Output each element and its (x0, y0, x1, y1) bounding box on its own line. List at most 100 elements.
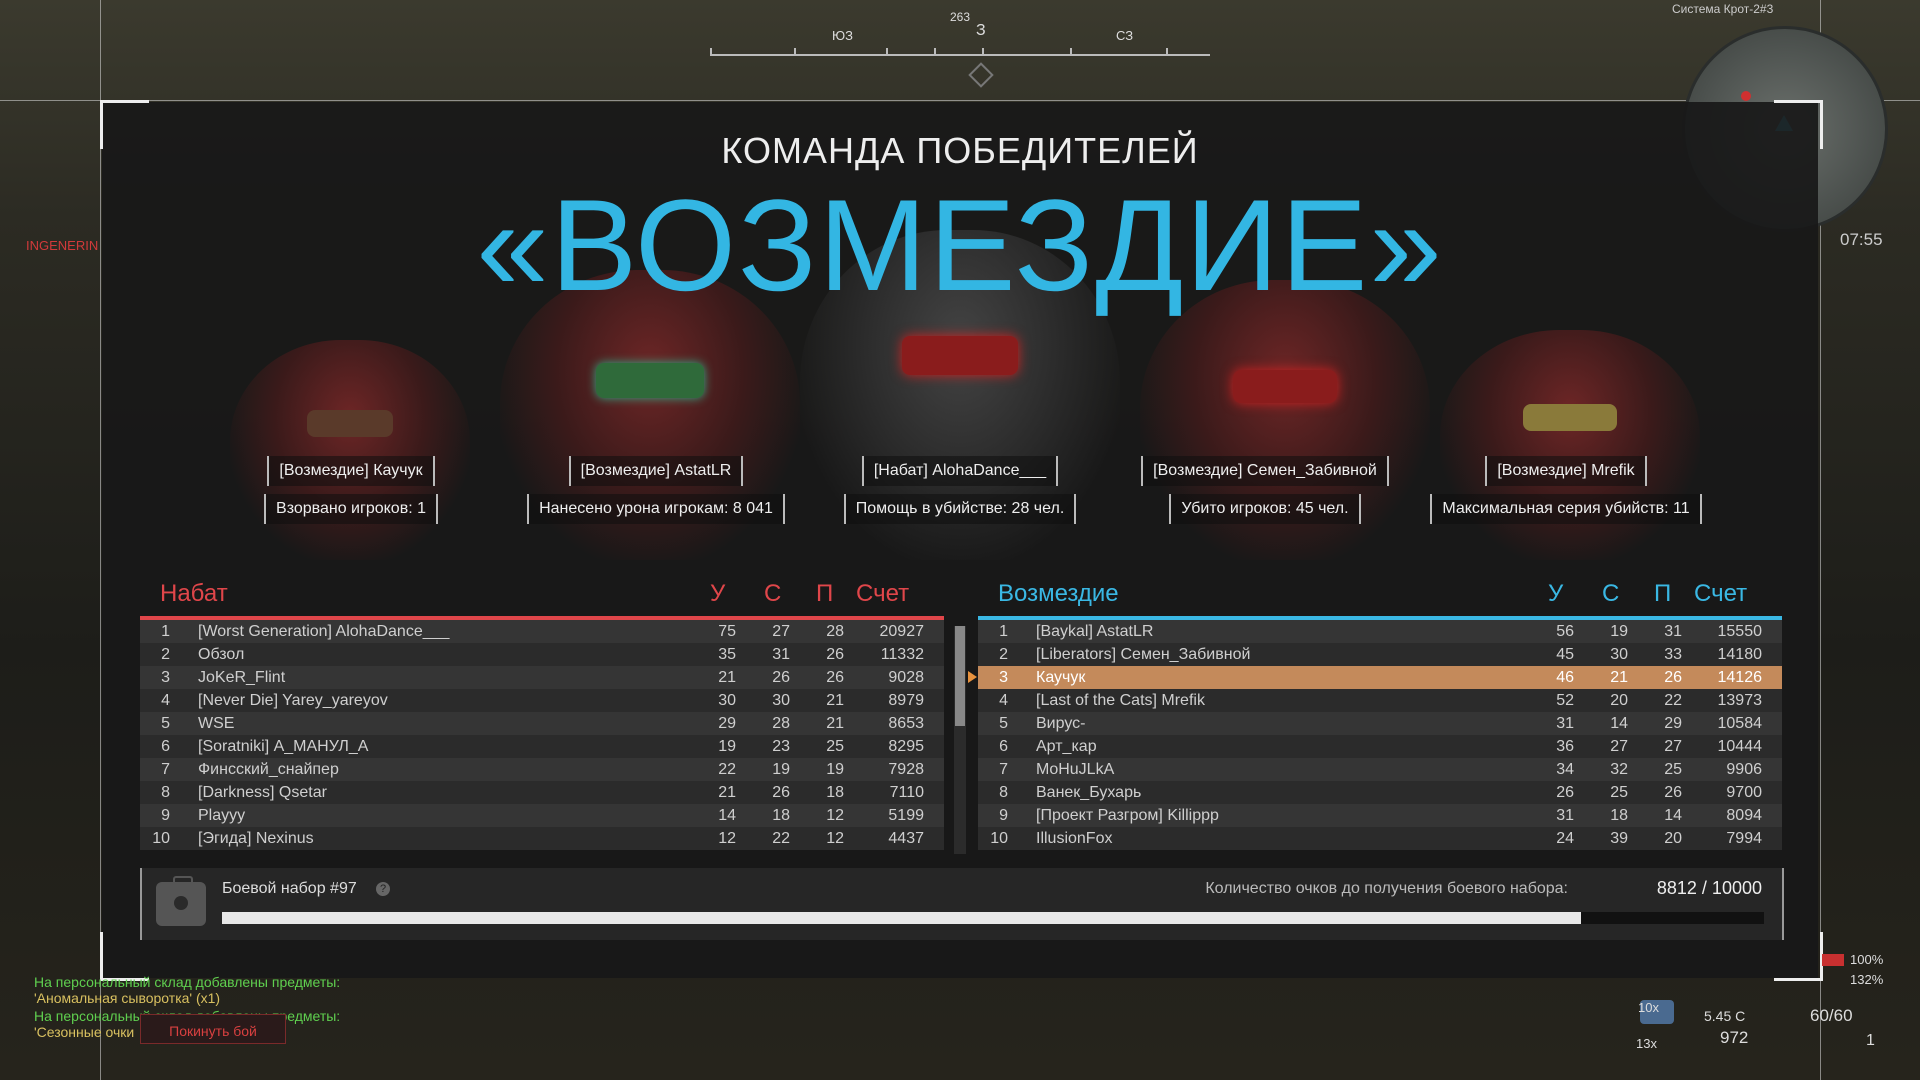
highlight-card: [Возмездие] Каучук Взорвано игроков: 1 (236, 456, 466, 524)
player-row[interactable]: 7 Финсский_снайпер 22 19 19 7928 (140, 758, 944, 781)
highlight-player-name: [Возмездие] Каучук (267, 456, 435, 486)
team-table-vozmezdie: Возмездие У С П Счет 1 [Baykal] AstatLR 56… (968, 572, 1782, 850)
player-kills: 21 (718, 669, 736, 686)
player-row[interactable]: 9 [Проект Разгром] Killippp 31 18 14 8094 (978, 804, 1782, 827)
player-kills: 35 (718, 646, 736, 663)
player-kills: 36 (1556, 738, 1574, 755)
column-header-kills[interactable]: У (1548, 580, 1563, 608)
health-percent: 100% (1850, 952, 1884, 967)
player-row-self[interactable]: 3 Каучук 46 21 26 14126 (968, 666, 1782, 689)
chat-line: На персональный склад добавлены предметы… (34, 974, 341, 990)
player-row[interactable]: 4 [Last of the Cats] Mrefik 52 20 22 13973 (978, 689, 1782, 712)
player-score: 20927 (879, 623, 925, 640)
player-name: [Liberators] Семен_Забивной (1036, 646, 1251, 663)
highlight-player-name: [Возмездие] Семен_Забивной (1141, 456, 1389, 486)
player-kills: 14 (718, 807, 736, 824)
player-score: 7994 (1726, 830, 1762, 847)
scoreboard-scrollbar[interactable] (954, 626, 966, 854)
player-row[interactable]: 5 WSE 29 28 21 8653 (140, 712, 944, 735)
help-icon[interactable]: ? (376, 882, 390, 896)
player-assists: 31 (1664, 623, 1682, 640)
player-kills: 19 (718, 738, 736, 755)
player-assists: 25 (826, 738, 844, 755)
player-name: [Worst Generation] AlohaDance___ (198, 623, 450, 640)
player-row[interactable]: 3 JoKeR_Flint 21 26 26 9028 (140, 666, 944, 689)
player-row[interactable]: 6 Арт_кар 36 27 27 10444 (978, 735, 1782, 758)
player-row[interactable]: 7 MoHuJLkA 34 32 25 9906 (978, 758, 1782, 781)
player-score: 7110 (889, 784, 924, 801)
column-header-score[interactable]: Счет (856, 580, 909, 608)
player-score: 5199 (888, 807, 924, 824)
player-score: 7928 (888, 761, 924, 778)
compass-tick (886, 48, 888, 56)
highlight-card: [Набат] AlohaDance___ Помощь в убийстве:… (820, 456, 1100, 524)
soldier-portrait (230, 340, 470, 560)
player-row[interactable]: 8 Ванек_Бухарь 26 25 26 9700 (978, 781, 1782, 804)
column-header-assists[interactable]: П (1654, 580, 1671, 608)
health-bar (1822, 954, 1844, 966)
compass-ruler (710, 54, 1210, 56)
player-row[interactable]: 2 [Liberators] Семен_Забивной 45 30 33 14180 (978, 643, 1782, 666)
player-row[interactable]: 10 IllusionFox 24 39 20 7994 (978, 827, 1782, 850)
player-name: Арт_кар (1036, 738, 1097, 755)
victory-subtitle: КОМАНДА ПОБЕДИТЕЛЕЙ (721, 130, 1199, 171)
player-name: Playyy (198, 807, 246, 824)
player-name: Финсский_снайпер (198, 761, 339, 778)
compass-tick (934, 48, 936, 56)
player-assists: 26 (1664, 784, 1682, 801)
player-row[interactable]: 1 [Baykal] AstatLR 56 19 31 15550 (978, 620, 1782, 643)
column-header-score[interactable]: Счет (1694, 580, 1747, 608)
player-rank: 4 (999, 692, 1008, 709)
player-row[interactable]: 10 [Эгида] Nexinus 12 22 12 4437 (140, 827, 944, 850)
slot-count: 1 (1866, 1032, 1875, 1049)
leave-battle-button[interactable]: Покинуть бой (140, 1014, 286, 1044)
player-deaths: 20 (1610, 692, 1628, 709)
ammo-type: 5.45 С (1704, 1008, 1746, 1024)
player-assists: 29 (1664, 715, 1682, 732)
player-row[interactable]: 2 Обзол 35 31 26 11332 (140, 643, 944, 666)
player-row[interactable]: 1 [Worst Generation] AlohaDance___ 75 27 28 2… (140, 620, 944, 643)
column-header-deaths[interactable]: С (1602, 580, 1619, 608)
player-name: WSE (198, 715, 235, 732)
column-header-kills[interactable]: У (710, 580, 725, 608)
player-deaths: 39 (1610, 830, 1628, 847)
player-name: [Last of the Cats] Mrefik (1036, 692, 1205, 709)
compass-tick (982, 48, 984, 56)
magazine-ammo: 60/60 (1810, 1006, 1853, 1025)
player-assists: 20 (1664, 830, 1682, 847)
highlight-stat: Максимальная серия убийств: 11 (1430, 494, 1702, 524)
column-header-deaths[interactable]: С (764, 580, 781, 608)
highlight-player-name: [Возмездие] Mrefik (1485, 456, 1647, 486)
player-kills: 12 (718, 830, 736, 847)
player-rank: 9 (999, 807, 1008, 824)
scrollbar-thumb[interactable] (955, 626, 965, 726)
column-header-assists[interactable]: П (816, 580, 833, 608)
player-rank: 2 (161, 646, 170, 663)
player-assists: 25 (1664, 761, 1682, 778)
player-rank: 8 (161, 784, 170, 801)
player-row[interactable]: 6 [Soratniki] А_МАНУЛ_А 19 23 25 8295 (140, 735, 944, 758)
player-assists: 21 (826, 715, 844, 732)
player-name: MoHuJLkA (1036, 761, 1115, 778)
player-name: Обзол (198, 646, 245, 663)
player-kills: 26 (1556, 784, 1574, 801)
player-row[interactable]: 9 Playyy 14 18 12 5199 (140, 804, 944, 827)
player-deaths: 25 (1610, 784, 1628, 801)
highlight-stat: Взорвано игроков: 1 (264, 494, 438, 524)
player-deaths: 19 (772, 761, 790, 778)
player-row[interactable]: 8 [Darkness] Qsetar 21 26 18 7110 (140, 781, 944, 804)
highlight-stat: Нанесено урона игрокам: 8 041 (527, 494, 785, 524)
battle-kit-progress-label: Количество очков до получения боевого на… (1205, 880, 1568, 897)
player-rank: 6 (161, 738, 170, 755)
player-rank: 1 (161, 623, 170, 640)
player-kills: 34 (1556, 761, 1574, 778)
team-name: Возмездие (998, 580, 1119, 607)
player-name: [Эгида] Nexinus (198, 830, 314, 847)
chat-line: 'Аномальная сыворотка' (x1) (34, 990, 221, 1006)
player-row[interactable]: 5 Вирус- 31 14 29 10584 (978, 712, 1782, 735)
compass-tick (794, 48, 796, 56)
player-row[interactable]: 4 [Never Die] Yarey_yareyov 30 30 21 8979 (140, 689, 944, 712)
highlight-player-name: [Набат] AlohaDance___ (861, 456, 1059, 486)
current-player-arrow-icon (968, 671, 977, 683)
player-assists: 33 (1664, 646, 1682, 663)
